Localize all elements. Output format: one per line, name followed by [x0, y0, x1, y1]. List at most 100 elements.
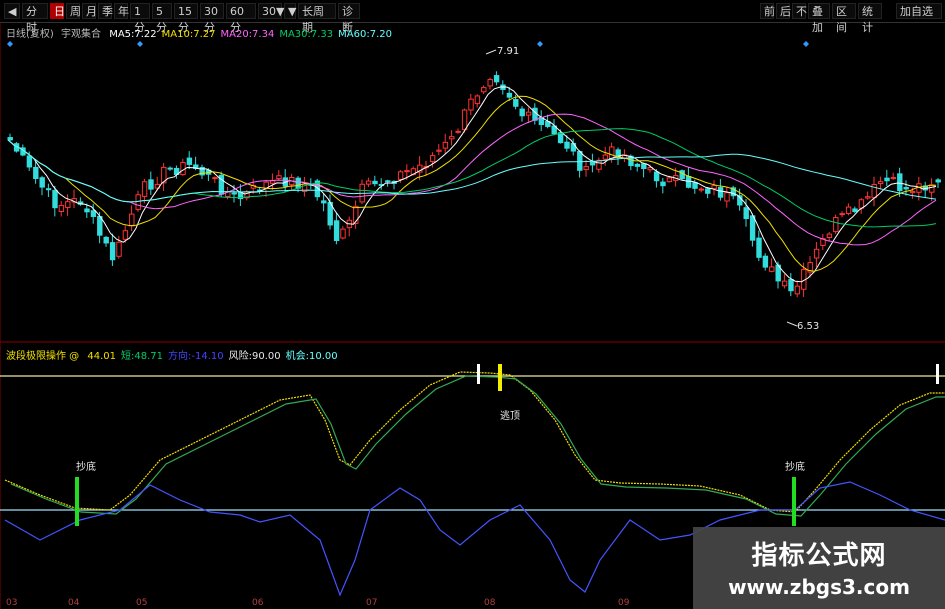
candle-body [487, 79, 493, 87]
candle-body [103, 236, 109, 244]
candle-body [404, 170, 410, 173]
candle-body [321, 200, 327, 204]
candle-body [781, 280, 788, 287]
top-marker-white-1 [477, 364, 480, 384]
candle-body [839, 213, 845, 216]
candle-body [513, 99, 519, 107]
main-legend-prefix: 日线(复权) [6, 29, 54, 40]
candle-body [481, 87, 487, 93]
candle-body [692, 182, 698, 189]
stock-chart [0, 22, 945, 609]
candle-body [39, 177, 45, 188]
candle-body [884, 177, 890, 182]
candle-body [711, 185, 717, 190]
buy-signal-bar-1 [75, 477, 79, 526]
candle-body [212, 177, 218, 180]
candle-body [532, 107, 538, 121]
candle-body [122, 230, 129, 240]
candle-body [525, 111, 532, 116]
ma-legend-item-0: MA5:7.22 [109, 29, 157, 40]
diamond-marker [803, 41, 809, 47]
candle-body [26, 155, 33, 168]
candle-body [436, 149, 442, 152]
candle-body [129, 213, 135, 227]
price-low-label: 6.53 [797, 321, 820, 332]
candle-body [813, 248, 820, 259]
ma-legend-item-2: MA20:7.34 [220, 29, 275, 40]
indicator-legend-item-0: 44.01 [87, 351, 117, 362]
candle-body [333, 220, 340, 242]
indicator-legend: 波段极限操作 @ 44.01 短:48.71 方向:-14.10 风险:90.00 机会… [6, 347, 338, 362]
candle-body [397, 171, 404, 180]
candle-body [897, 173, 903, 192]
candle-body [609, 146, 615, 160]
candle-body [276, 175, 282, 180]
sell-signal-bar [498, 364, 502, 391]
watermark-title: 指标公式网 [751, 541, 887, 571]
watermark-url: www.zbgs3.com [728, 575, 910, 599]
diamond-marker [137, 41, 143, 47]
candle-body [97, 215, 103, 236]
buy-signal-label-2: 抄底 [785, 462, 805, 473]
short-oscillator-line [10, 375, 945, 517]
candle-body [385, 180, 391, 183]
indicator-legend-item-1: 短:48.71 [121, 351, 164, 362]
candle-body [564, 141, 570, 149]
candle-body [641, 163, 647, 170]
candle-body [877, 181, 884, 185]
candle-body [135, 194, 141, 210]
candle-body [833, 217, 839, 233]
candle-body [90, 210, 97, 217]
candle-body [180, 161, 186, 176]
axis-label: 08 [484, 598, 496, 608]
ma-legend-item-1: MA10:7.27 [161, 29, 216, 40]
candle-body [58, 204, 65, 213]
indicator-legend-item-2: 方向:-14.10 [168, 351, 224, 362]
axis-label: 04 [68, 598, 80, 608]
candle-body [506, 92, 513, 98]
candle-body [186, 157, 193, 165]
ma20-line [7, 113, 937, 246]
main-legend-mode: 宇观集合 [61, 29, 101, 40]
top-marker-white-2 [936, 364, 939, 384]
diamond-marker [537, 41, 543, 47]
candle-body [45, 188, 52, 191]
candle-body [231, 192, 237, 195]
candle-body [756, 237, 762, 258]
long-oscillator-line [4, 371, 945, 513]
candle-body [295, 177, 301, 189]
candle-body [84, 208, 90, 213]
candle-body [52, 190, 58, 209]
candle-body [109, 242, 116, 261]
indicator-legend-item-4: 机会:10.00 [285, 351, 338, 362]
candle-body [583, 166, 589, 171]
candle-body [685, 175, 692, 188]
sell-signal-label: 逃顶 [500, 411, 520, 422]
candle-body [769, 266, 775, 272]
axis-label: 05 [136, 598, 148, 608]
candle-body [455, 130, 461, 133]
candle-body [788, 279, 794, 292]
candle-body [724, 192, 730, 202]
watermark: 指标公式网 www.zbgs3.com [693, 527, 945, 609]
candle-body [570, 142, 577, 152]
candle-body [698, 188, 705, 191]
candle-body [33, 166, 39, 180]
low-pointer [786, 321, 798, 327]
candle-body [762, 255, 769, 268]
candle-body [557, 132, 564, 144]
candle-body [705, 188, 711, 194]
candle-body [935, 179, 941, 183]
candle-body [141, 181, 148, 197]
candle-body [340, 228, 346, 239]
candle-body [865, 196, 871, 199]
candle-body [461, 109, 468, 131]
axis-label: 06 [252, 598, 264, 608]
candle-body [519, 108, 525, 117]
ma-legend-item-4: MA60:7.20 [338, 29, 392, 40]
candle-body [577, 151, 583, 171]
indicator-title: 波段极限操作 @ [6, 351, 80, 362]
candle-body [7, 137, 13, 141]
candle-body [148, 179, 154, 190]
candle-body [660, 181, 666, 187]
